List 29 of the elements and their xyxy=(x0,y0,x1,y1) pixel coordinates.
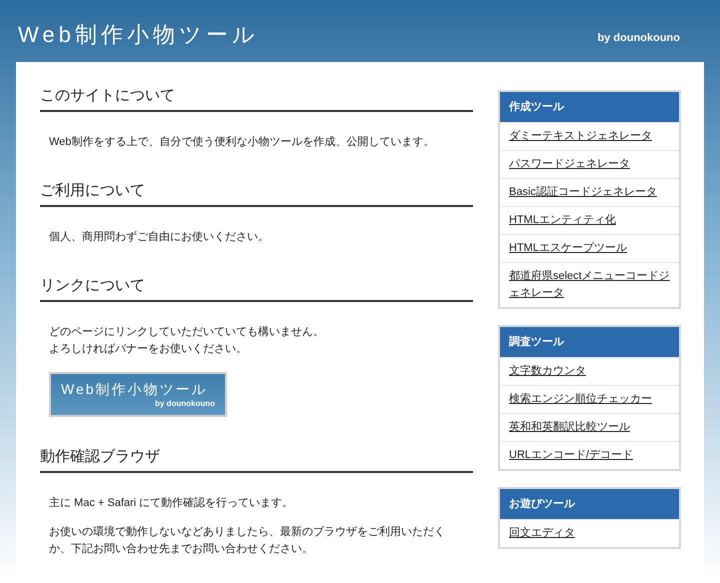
tool-link[interactable]: 検索エンジン順位チェッカー xyxy=(509,391,652,408)
section-heading: このサイトについて xyxy=(40,86,473,112)
tool-link[interactable]: 英和和英翻訳比較ツール xyxy=(509,419,630,436)
section-heading: リンクについて xyxy=(40,276,473,302)
tool-link[interactable]: ダミーテキストジェネレータ xyxy=(509,128,652,145)
paragraph: どのページにリンクしていただいていても構いません。 xyxy=(49,325,325,340)
banner[interactable]: Web制作小物ツール by dounokouno xyxy=(49,372,227,417)
paragraph: よろしければバナーをお使いください。 xyxy=(49,342,248,357)
paragraph: お使いの環境で動作しないなどありましたら、最新のブラウザをご利用いただくか、下記お問い合わせ先までお問い合わせください。 xyxy=(49,524,446,557)
section-heading: 動作確認ブラウザ xyxy=(40,447,473,473)
site-byline: by dounokouno xyxy=(598,30,680,46)
tool-link[interactable]: 都道府県selectメニューコードジェネレータ xyxy=(509,268,670,302)
tool-link[interactable]: HTMLエンティティ化 xyxy=(509,212,616,229)
site-title: Web制作小物ツール xyxy=(18,24,259,46)
panel-title: お遊びツール xyxy=(500,489,679,519)
paragraph: 主に Mac + Safari にて動作確認を行っています。 xyxy=(49,496,294,511)
panel-title: 作成ツール xyxy=(500,92,679,122)
tool-link[interactable]: 回文エディタ xyxy=(509,525,575,542)
banner-title: Web制作小物ツール xyxy=(61,380,209,398)
paragraph: 個人、商用問わずご自由にお使いください。 xyxy=(49,230,270,245)
tool-link[interactable]: 文字数カウンタ xyxy=(509,363,586,380)
tool-link[interactable]: URLエンコード/デコード xyxy=(509,447,634,464)
banner-byline: by dounokouno xyxy=(155,398,215,410)
tool-link[interactable]: Basic認証コードジェネレータ xyxy=(509,184,657,201)
section-heading: ご利用について xyxy=(40,181,473,207)
tool-link[interactable]: HTMLエスケープツール xyxy=(509,240,627,257)
tool-link[interactable]: パスワードジェネレータ xyxy=(509,156,630,173)
panel-title: 調査ツール xyxy=(500,327,679,357)
paragraph: Web制作をする上で、自分で使う便利な小物ツールを作成、公開しています。 xyxy=(49,135,436,150)
